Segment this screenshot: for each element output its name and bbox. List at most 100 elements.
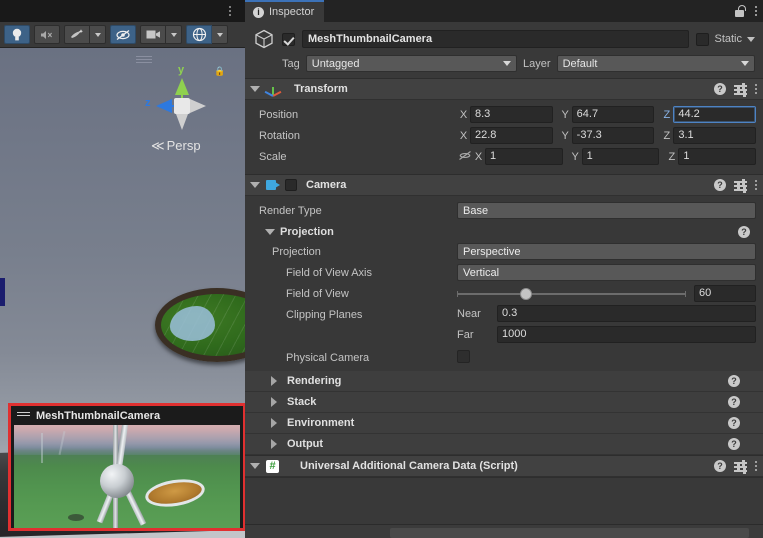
help-icon[interactable]: ?: [728, 375, 740, 387]
tag-layer-row: Tag Untagged Layer Default: [253, 55, 756, 72]
static-checkbox[interactable]: [696, 32, 710, 46]
rotation-y-input[interactable]: -37.3: [571, 127, 655, 144]
environment-label: Environment: [287, 417, 355, 429]
preset-icon[interactable]: [734, 460, 747, 474]
projection-group-header[interactable]: Projection ?: [252, 222, 756, 242]
output-foldout-icon[interactable]: [271, 439, 280, 449]
effects-dropdown[interactable]: [90, 25, 106, 44]
scene-kebab-menu-icon[interactable]: [223, 3, 237, 19]
camera-header[interactable]: Camera ?: [245, 175, 763, 196]
rendering-foldout-icon[interactable]: [271, 376, 280, 386]
gizmo-lock-icon[interactable]: 🔒: [214, 66, 225, 77]
physical-camera-checkbox[interactable]: [457, 349, 470, 363]
scale-y-input[interactable]: 1: [581, 148, 660, 165]
transform-foldout-icon[interactable]: [250, 86, 260, 92]
gizmo-axis-negative-y-cone[interactable]: [176, 114, 188, 130]
kebab-menu-icon[interactable]: [755, 6, 757, 16]
scale-x-input[interactable]: 1: [485, 148, 563, 165]
scale-z-input[interactable]: 1: [678, 148, 757, 165]
gameobject-enabled-checkbox[interactable]: [282, 32, 295, 46]
static-dropdown-caret-icon[interactable]: [747, 36, 755, 42]
section-output[interactable]: Output ?: [245, 434, 763, 455]
camera-foldout-icon[interactable]: [250, 182, 260, 188]
fov-slider-handle[interactable]: [519, 287, 532, 300]
camera-preview-window[interactable]: MeshThumbnailCamera: [8, 403, 245, 531]
gameobject-name-input[interactable]: MeshThumbnailCamera: [302, 30, 690, 48]
near-input[interactable]: 0.3: [497, 305, 756, 322]
gizmo-axis-y-label: y: [178, 64, 185, 76]
gizmo-center-cube[interactable]: [174, 98, 190, 114]
far-group: Far 1000: [457, 325, 756, 344]
gizmo-menu-icon[interactable]: [136, 56, 152, 65]
position-y-input[interactable]: 64.7: [571, 106, 655, 123]
lock-open-icon[interactable]: [735, 5, 746, 17]
rotation-label: Rotation: [259, 129, 300, 142]
tag-dropdown[interactable]: Untagged: [305, 55, 518, 72]
help-icon[interactable]: ?: [738, 226, 750, 238]
chevron-down-icon: [94, 32, 101, 37]
camera-preview-header[interactable]: MeshThumbnailCamera: [11, 406, 243, 425]
component-transform: Transform ? Position X 8.3 Y 64.7 Z 44.2…: [245, 78, 763, 174]
help-icon[interactable]: ?: [728, 438, 740, 450]
section-environment[interactable]: Environment ?: [245, 413, 763, 434]
scene-camera-dropdown[interactable]: [166, 25, 182, 44]
scene-camera-group: [140, 25, 182, 44]
section-stack[interactable]: Stack ?: [245, 392, 763, 413]
rotation-x-input[interactable]: 22.8: [470, 127, 553, 144]
kebab-menu-icon[interactable]: [755, 180, 757, 190]
lighting-toggle[interactable]: [4, 25, 30, 44]
projection-value: Perspective: [463, 245, 521, 258]
add-component-button-partial[interactable]: [390, 528, 749, 538]
audio-mute-icon: [41, 30, 53, 39]
tab-inspector[interactable]: i Inspector: [245, 0, 325, 22]
drag-handle-icon[interactable]: [17, 412, 30, 419]
scale-constrain-proportions-icon[interactable]: [457, 150, 472, 164]
position-x-input[interactable]: 8.3: [470, 106, 553, 123]
scene-camera-settings[interactable]: [140, 25, 166, 44]
fov-axis-value: Vertical: [463, 266, 500, 279]
help-icon[interactable]: ?: [728, 396, 740, 408]
projection-dropdown[interactable]: Perspective: [457, 243, 756, 260]
gizmo-projection-label[interactable]: ≪ Persp: [151, 138, 201, 154]
script-foldout-icon[interactable]: [250, 463, 260, 469]
scene-tab-strip: [0, 0, 245, 22]
preset-icon[interactable]: [734, 83, 747, 97]
section-rendering[interactable]: Rendering ?: [245, 371, 763, 392]
render-type-dropdown[interactable]: Base: [457, 202, 756, 219]
kebab-menu-icon[interactable]: [755, 84, 757, 94]
projection-foldout-icon[interactable]: [265, 229, 275, 235]
hidden-objects-toggle[interactable]: [110, 25, 136, 44]
transform-header[interactable]: Transform ?: [245, 79, 763, 100]
help-icon[interactable]: ?: [728, 417, 740, 429]
preset-icon[interactable]: [734, 179, 747, 193]
environment-foldout-icon[interactable]: [271, 418, 280, 428]
audio-toggle[interactable]: [34, 25, 60, 44]
camera-enabled-checkbox[interactable]: [285, 179, 297, 191]
script-component-header[interactable]: # Universal Additional Camera Data (Scri…: [245, 456, 763, 477]
help-icon[interactable]: ?: [714, 179, 726, 191]
gizmo-axis-x-cone[interactable]: [190, 99, 206, 113]
render-type-row: Render Type Base: [252, 201, 756, 220]
far-input[interactable]: 1000: [497, 326, 756, 343]
tag-value: Untagged: [311, 57, 360, 70]
gameobject-header: MeshThumbnailCamera Static Tag Untagged …: [245, 22, 763, 78]
help-icon[interactable]: ?: [714, 83, 726, 95]
stack-foldout-icon[interactable]: [271, 397, 280, 407]
axis-z-label: Z: [668, 150, 676, 163]
static-label: Static: [714, 33, 742, 45]
scene-view-orientation-gizmo[interactable]: 🔒 y z ≪ Persp: [128, 56, 228, 156]
fov-value-input[interactable]: 60: [694, 285, 756, 302]
help-icon[interactable]: ?: [714, 460, 726, 472]
kebab-menu-icon[interactable]: [755, 461, 757, 471]
effects-toggle[interactable]: [64, 25, 90, 44]
gizmos-toggle[interactable]: [186, 25, 212, 44]
fov-axis-dropdown[interactable]: Vertical: [457, 264, 756, 281]
scene-viewport[interactable]: 🔒 y z ≪ Persp MeshThumbnailCamera: [0, 48, 245, 538]
axis-x-label: X: [474, 150, 483, 163]
layer-dropdown[interactable]: Default: [556, 55, 756, 72]
fov-slider[interactable]: [457, 287, 686, 300]
gizmos-dropdown[interactable]: [212, 25, 228, 44]
rotation-z-input[interactable]: 3.1: [673, 127, 757, 144]
position-z-input[interactable]: 44.2: [673, 106, 757, 123]
transform-body: Position X 8.3 Y 64.7 Z 44.2 Rotation X …: [245, 100, 763, 174]
